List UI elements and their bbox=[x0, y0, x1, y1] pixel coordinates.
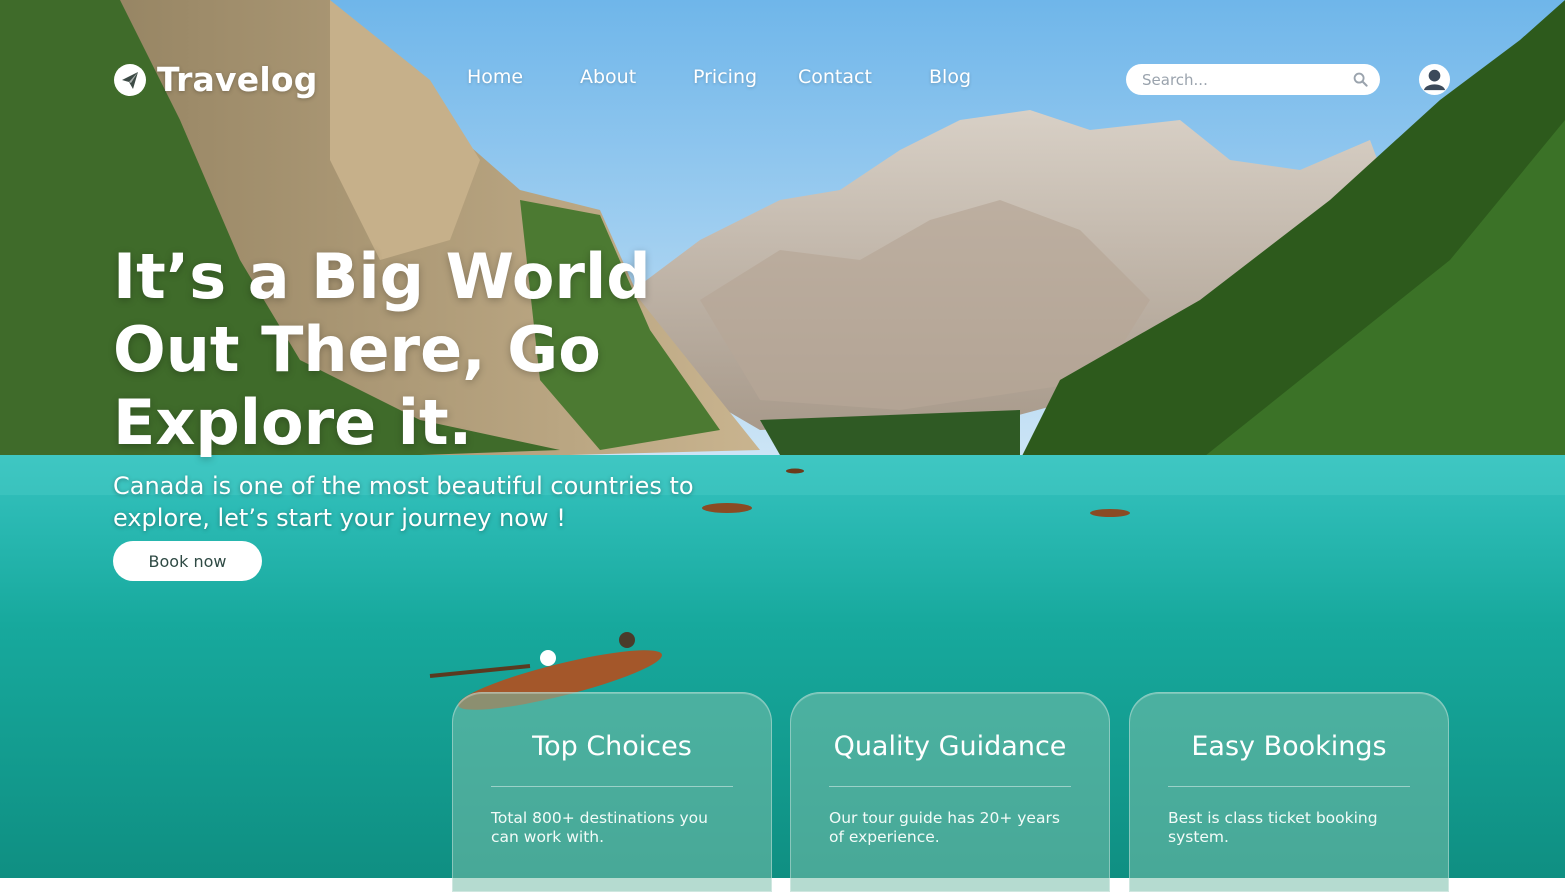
card-text: Our tour guide has 20+ years of experien… bbox=[829, 809, 1060, 846]
hero-subtitle: Canada is one of the most beautiful coun… bbox=[113, 472, 694, 532]
search-input[interactable] bbox=[1140, 69, 1344, 90]
feature-card-top-choices: Top Choices Total 800+ destinations you … bbox=[452, 692, 772, 892]
hero-title: It’s a Big World Out There, Go Explore i… bbox=[113, 240, 651, 459]
card-divider bbox=[491, 786, 733, 787]
card-title: Quality Guidance bbox=[833, 731, 1067, 762]
card-divider bbox=[829, 786, 1071, 787]
nav-home[interactable]: Home bbox=[467, 66, 523, 88]
card-title: Top Choices bbox=[532, 731, 692, 762]
feature-card-easy-bookings: Easy Bookings Best is class ticket booki… bbox=[1129, 692, 1449, 892]
paper-plane-icon bbox=[114, 63, 146, 96]
user-icon[interactable] bbox=[1418, 63, 1451, 96]
search-icon[interactable] bbox=[1353, 72, 1368, 87]
nav-blog[interactable]: Blog bbox=[929, 66, 971, 88]
feature-card-quality-guidance: Quality Guidance Our tour guide has 20+ … bbox=[790, 692, 1110, 892]
search-bar bbox=[1126, 64, 1380, 95]
book-now-button[interactable]: Book now bbox=[113, 541, 262, 581]
nav-contact[interactable]: Contact bbox=[798, 66, 872, 88]
brand-logo[interactable]: Travelog bbox=[113, 60, 318, 99]
brand-name: Travelog bbox=[157, 60, 318, 99]
nav-pricing[interactable]: Pricing bbox=[693, 66, 757, 88]
card-text: Total 800+ destinations you can work wit… bbox=[491, 809, 708, 846]
card-text: Best is class ticket booking system. bbox=[1168, 809, 1378, 846]
card-divider bbox=[1168, 786, 1410, 787]
card-title: Easy Bookings bbox=[1191, 731, 1387, 762]
nav-about[interactable]: About bbox=[580, 66, 636, 88]
